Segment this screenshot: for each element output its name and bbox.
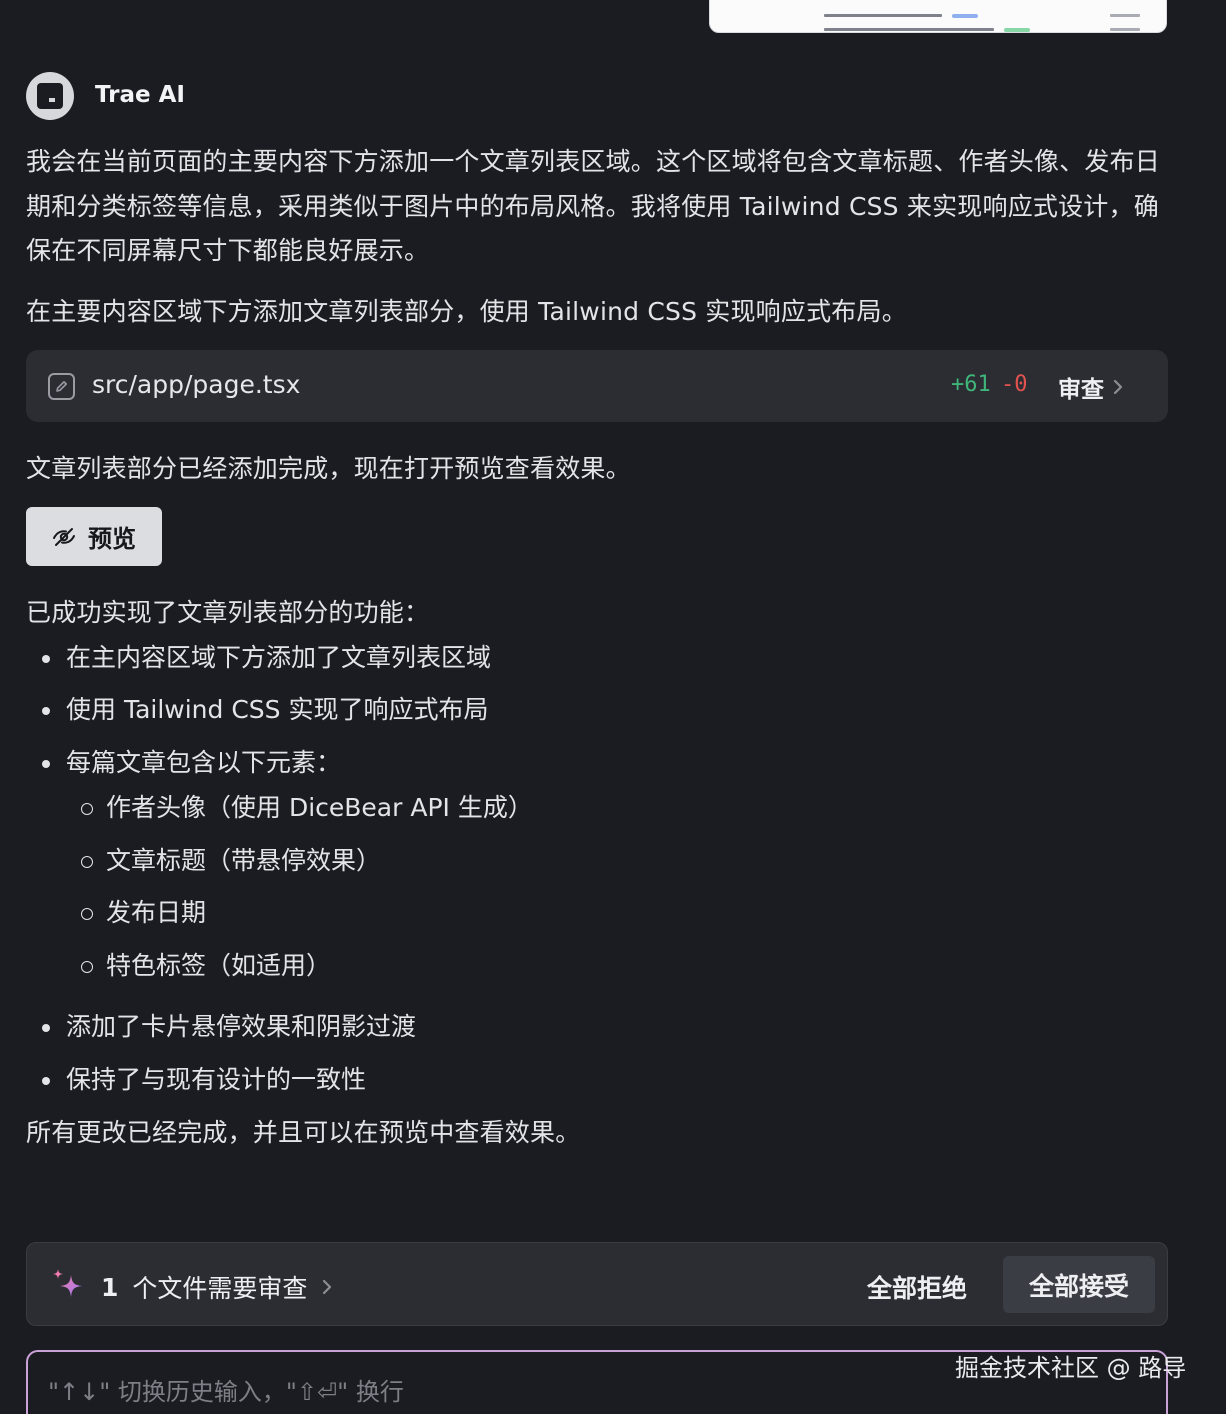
- chevron-right-icon: [1113, 379, 1123, 395]
- message-done: 文章列表部分已经添加完成，现在打开预览查看效果。: [26, 454, 631, 483]
- review-label: 审查: [1058, 377, 1104, 403]
- message-intro: 我会在当前页面的主要内容下方添加一个文章列表区域。这个区域将包含文章标题、作者头…: [26, 147, 1161, 265]
- preview-label: 预览: [88, 525, 136, 553]
- sparkle-icon: [53, 1269, 82, 1297]
- file-change-card[interactable]: src/app/page.tsx +61 -0 审查: [26, 350, 1168, 422]
- reject-all-button[interactable]: 全部拒绝: [867, 1269, 967, 1305]
- review-file-button[interactable]: 审查: [1058, 370, 1124, 404]
- lines-added: +61: [951, 372, 991, 397]
- chat-panel: Trae AI 我会在当前页面的主要内容下方添加一个文章列表区域。这个区域将包含…: [0, 0, 1226, 1414]
- file-path[interactable]: src/app/page.tsx: [92, 370, 300, 399]
- thumbnail-row: [824, 0, 1140, 3]
- chat-input-placeholder: "↑↓" 切换历史输入，"⇧⏎" 换行: [48, 1378, 404, 1406]
- review-count-label: 个文件需要审查: [132, 1274, 308, 1303]
- attached-screenshot-thumbnail[interactable]: [709, 0, 1167, 33]
- sub-list-item: 发布日期: [80, 896, 206, 930]
- summary-title: 已成功实现了文章列表部分的功能：: [26, 598, 430, 627]
- message-step: 在主要内容区域下方添加文章列表部分，使用 Tailwind CSS 实现响应式布…: [26, 297, 907, 326]
- lines-removed: -0: [1001, 372, 1028, 397]
- watermark: 掘金技术社区 @ 路导: [955, 1354, 1187, 1382]
- sub-list-item: 特色标签（如适用）: [80, 949, 331, 983]
- agent-name: Trae AI: [95, 82, 185, 108]
- preview-eye-icon: [53, 527, 75, 546]
- review-summary[interactable]: 1 个文件需要审查: [101, 1269, 333, 1305]
- pending-review-bar: 1 个文件需要审查 全部拒绝 全部接受: [26, 1242, 1168, 1326]
- trae-logo-icon: [37, 83, 63, 109]
- list-item: 添加了卡片悬停效果和阴影过渡: [41, 1010, 416, 1044]
- agent-avatar: [26, 72, 74, 120]
- chevron-right-icon: [323, 1279, 332, 1295]
- list-item: 每篇文章包含以下元素：: [41, 746, 341, 780]
- thumbnail-row: [824, 28, 1140, 32]
- thumbnail-row: [824, 14, 1140, 20]
- sub-list-item: 作者头像（使用 DiceBear API 生成）: [81, 791, 533, 825]
- sub-list-item: 文章标题（带悬停效果）: [80, 844, 381, 878]
- list-item: 保持了与现有设计的一致性: [41, 1063, 366, 1097]
- list-item: 使用 Tailwind CSS 实现了响应式布局: [42, 693, 489, 727]
- preview-button[interactable]: 预览: [26, 507, 162, 566]
- edit-file-icon: [48, 373, 75, 400]
- list-item: 在主内容区域下方添加了文章列表区域: [41, 641, 491, 675]
- message-closing: 所有更改已经完成，并且可以在预览中查看效果。: [26, 1118, 581, 1147]
- review-count: 1: [101, 1272, 119, 1302]
- accept-all-button[interactable]: 全部接受: [1003, 1256, 1155, 1313]
